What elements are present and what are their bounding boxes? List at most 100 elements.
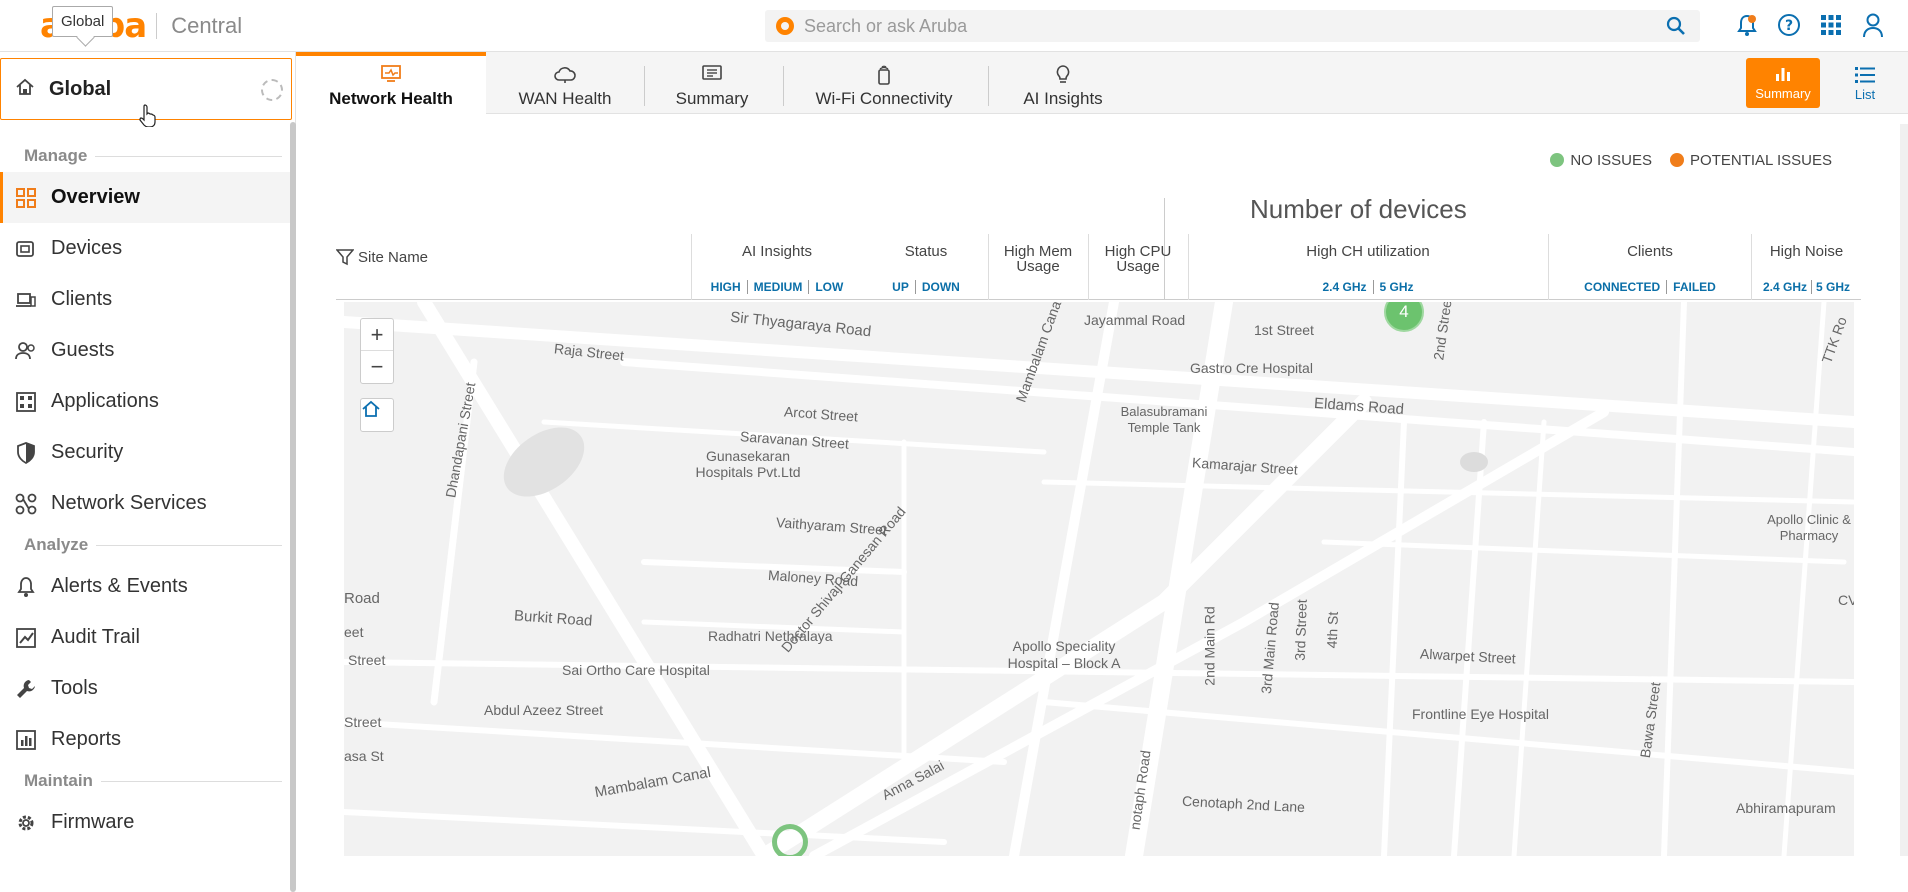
col-sub-labels: UP DOWN xyxy=(864,280,988,294)
site-marker[interactable] xyxy=(772,824,808,856)
aruba-ask-icon xyxy=(776,17,794,35)
col-title: High CH utilization xyxy=(1306,243,1430,260)
sub-2-4ghz[interactable]: 2.4 GHz xyxy=(1316,280,1372,294)
bar-chart-icon xyxy=(1776,67,1790,81)
scope-title: Global xyxy=(49,77,112,100)
site-name-label: Site Name xyxy=(358,248,429,266)
col-title: Clients xyxy=(1627,243,1673,260)
devices-icon xyxy=(15,238,37,260)
map-label: Gunasekaran Hospitals Pvt.Ltd xyxy=(695,448,801,480)
sidebar-item-label: Network Services xyxy=(51,492,207,514)
notification-bell-icon[interactable] xyxy=(1734,12,1760,38)
sidebar-item-guests[interactable]: Guests xyxy=(0,325,290,376)
map-label: asa St xyxy=(344,748,384,764)
sub-failed[interactable]: FAILED xyxy=(1666,280,1722,294)
map-label: Street xyxy=(344,714,382,730)
sub-connected[interactable]: CONNECTED xyxy=(1578,280,1666,294)
sidebar-item-label: Audit Trail xyxy=(51,626,140,648)
scope-selector[interactable]: Global xyxy=(0,58,292,128)
map-label: Apollo Speciality Hospital – Block A xyxy=(1007,638,1121,671)
sidebar-item-tools[interactable]: Tools xyxy=(0,663,290,714)
map-label: CV xyxy=(1838,592,1854,608)
tab-wan-health[interactable]: WAN Health xyxy=(486,52,644,114)
legend-label: NO ISSUES xyxy=(1570,152,1653,169)
search-bar[interactable] xyxy=(765,10,1700,42)
sub-medium[interactable]: MEDIUM xyxy=(746,280,809,294)
user-icon[interactable] xyxy=(1860,12,1886,38)
sidebar-item-label: Applications xyxy=(51,390,159,412)
col-ai-insights[interactable]: AI Insights HIGH MEDIUM LOW xyxy=(691,234,863,300)
table-header: Site Name AI Insights HIGH MEDIUM LOW St… xyxy=(336,234,1861,300)
sidebar-item-devices[interactable]: Devices xyxy=(0,223,290,274)
col-high-mem-usage[interactable]: High Mem Usage xyxy=(989,234,1087,300)
legend-no-issues: NO ISSUES xyxy=(1550,152,1652,169)
col-high-ch-utilization[interactable]: High CH utilization 2.4 GHz 5 GHz xyxy=(1189,234,1547,300)
section-analyze: Analyze xyxy=(0,529,290,561)
apps-grid-icon[interactable] xyxy=(1818,12,1844,38)
map-label: 2nd Main Rd xyxy=(1201,606,1218,686)
list-view-button[interactable]: List xyxy=(1844,62,1886,106)
home-icon xyxy=(15,77,35,102)
site-map[interactable]: Sir Thyagaraya Road Raja Street Jayammal… xyxy=(344,302,1854,856)
sub-down[interactable]: DOWN xyxy=(914,280,966,294)
zoom-out-button[interactable]: − xyxy=(361,351,393,383)
section-manage: Manage xyxy=(0,140,290,172)
map-label: 3rd Street xyxy=(1291,598,1310,662)
section-maintain: Maintain xyxy=(0,765,290,797)
sub-low[interactable]: LOW xyxy=(808,280,849,294)
loading-spinner-icon xyxy=(261,79,283,101)
col-high-noise[interactable]: High Noise 2.4 GHz 5 GHz xyxy=(1752,234,1861,300)
sidebar-item-alerts-events[interactable]: Alerts & Events xyxy=(0,561,290,612)
sub-high[interactable]: HIGH xyxy=(705,280,747,294)
sidebar-item-label: Firmware xyxy=(51,811,135,833)
sub-5ghz[interactable]: 5 GHz xyxy=(1372,280,1420,294)
col-clients[interactable]: Clients CONNECTED FAILED xyxy=(1549,234,1751,300)
tab-network-health[interactable]: Network Health xyxy=(296,52,486,114)
sidebar-item-firmware[interactable]: Firmware xyxy=(0,797,290,848)
search-input[interactable] xyxy=(804,15,1664,37)
map-streets xyxy=(344,302,1854,856)
col-high-cpu-usage[interactable]: High CPU Usage xyxy=(1089,234,1187,300)
col-sub-labels: HIGH MEDIUM LOW xyxy=(691,280,863,294)
tab-ai-insights[interactable]: AI Insights xyxy=(989,52,1137,114)
sidebar-item-security[interactable]: Security xyxy=(0,427,290,478)
sidebar-item-applications[interactable]: Applications xyxy=(0,376,290,427)
top-header: aruba Central Global ? xyxy=(0,0,1908,52)
map-home-button[interactable] xyxy=(360,398,394,432)
tab-wifi-connectivity[interactable]: Wi-Fi Connectivity xyxy=(784,52,984,114)
summary-view-label: Summary xyxy=(1755,85,1811,101)
sidebar-item-audit-trail[interactable]: Audit Trail xyxy=(0,612,290,663)
col-status[interactable]: Status UP DOWN xyxy=(864,234,988,300)
sidebar-item-clients[interactable]: Clients xyxy=(0,274,290,325)
col-sub-labels: CONNECTED FAILED xyxy=(1549,280,1751,294)
sidebar-item-overview[interactable]: Overview xyxy=(0,172,290,223)
sidebar-item-label: Devices xyxy=(51,237,123,259)
map-label: 1st Street xyxy=(1254,322,1314,338)
zoom-in-button[interactable]: + xyxy=(361,319,393,351)
summary-view-button[interactable]: Summary xyxy=(1746,58,1820,108)
col-sub-labels: 2.4 GHz 5 GHz xyxy=(1752,280,1861,294)
map-label: Jayammal Road xyxy=(1084,312,1186,328)
main-content: NO ISSUES POTENTIAL ISSUES Number of dev… xyxy=(296,114,1908,856)
col-site-name[interactable]: Site Name xyxy=(336,234,691,300)
tab-summary[interactable]: Summary xyxy=(645,52,779,114)
header-icons: ? xyxy=(1734,12,1886,38)
sub-5ghz[interactable]: 5 GHz xyxy=(1811,280,1854,294)
sidebar-item-label: Reports xyxy=(51,728,122,750)
sub-up[interactable]: UP xyxy=(886,280,915,294)
col-title: AI Insights xyxy=(741,243,813,260)
help-icon[interactable]: ? xyxy=(1776,12,1802,38)
content-scrollbar[interactable] xyxy=(1900,124,1908,856)
sidebar-item-network-services[interactable]: Network Services xyxy=(0,478,290,529)
sidebar-nav: Manage Overview Devices Clients Guests A… xyxy=(0,140,290,848)
sub-2-4ghz[interactable]: 2.4 GHz xyxy=(1759,280,1811,294)
search-icon[interactable] xyxy=(1666,16,1686,41)
bell-icon xyxy=(15,576,37,598)
zoom-controls: + − xyxy=(360,318,394,384)
map-label: eet xyxy=(344,624,364,640)
filter-icon[interactable] xyxy=(336,248,354,266)
sidebar-item-reports[interactable]: Reports xyxy=(0,714,290,765)
cloud-icon xyxy=(553,65,577,85)
col-title: Status xyxy=(904,243,948,260)
sidebar-item-label: Overview xyxy=(51,186,140,208)
